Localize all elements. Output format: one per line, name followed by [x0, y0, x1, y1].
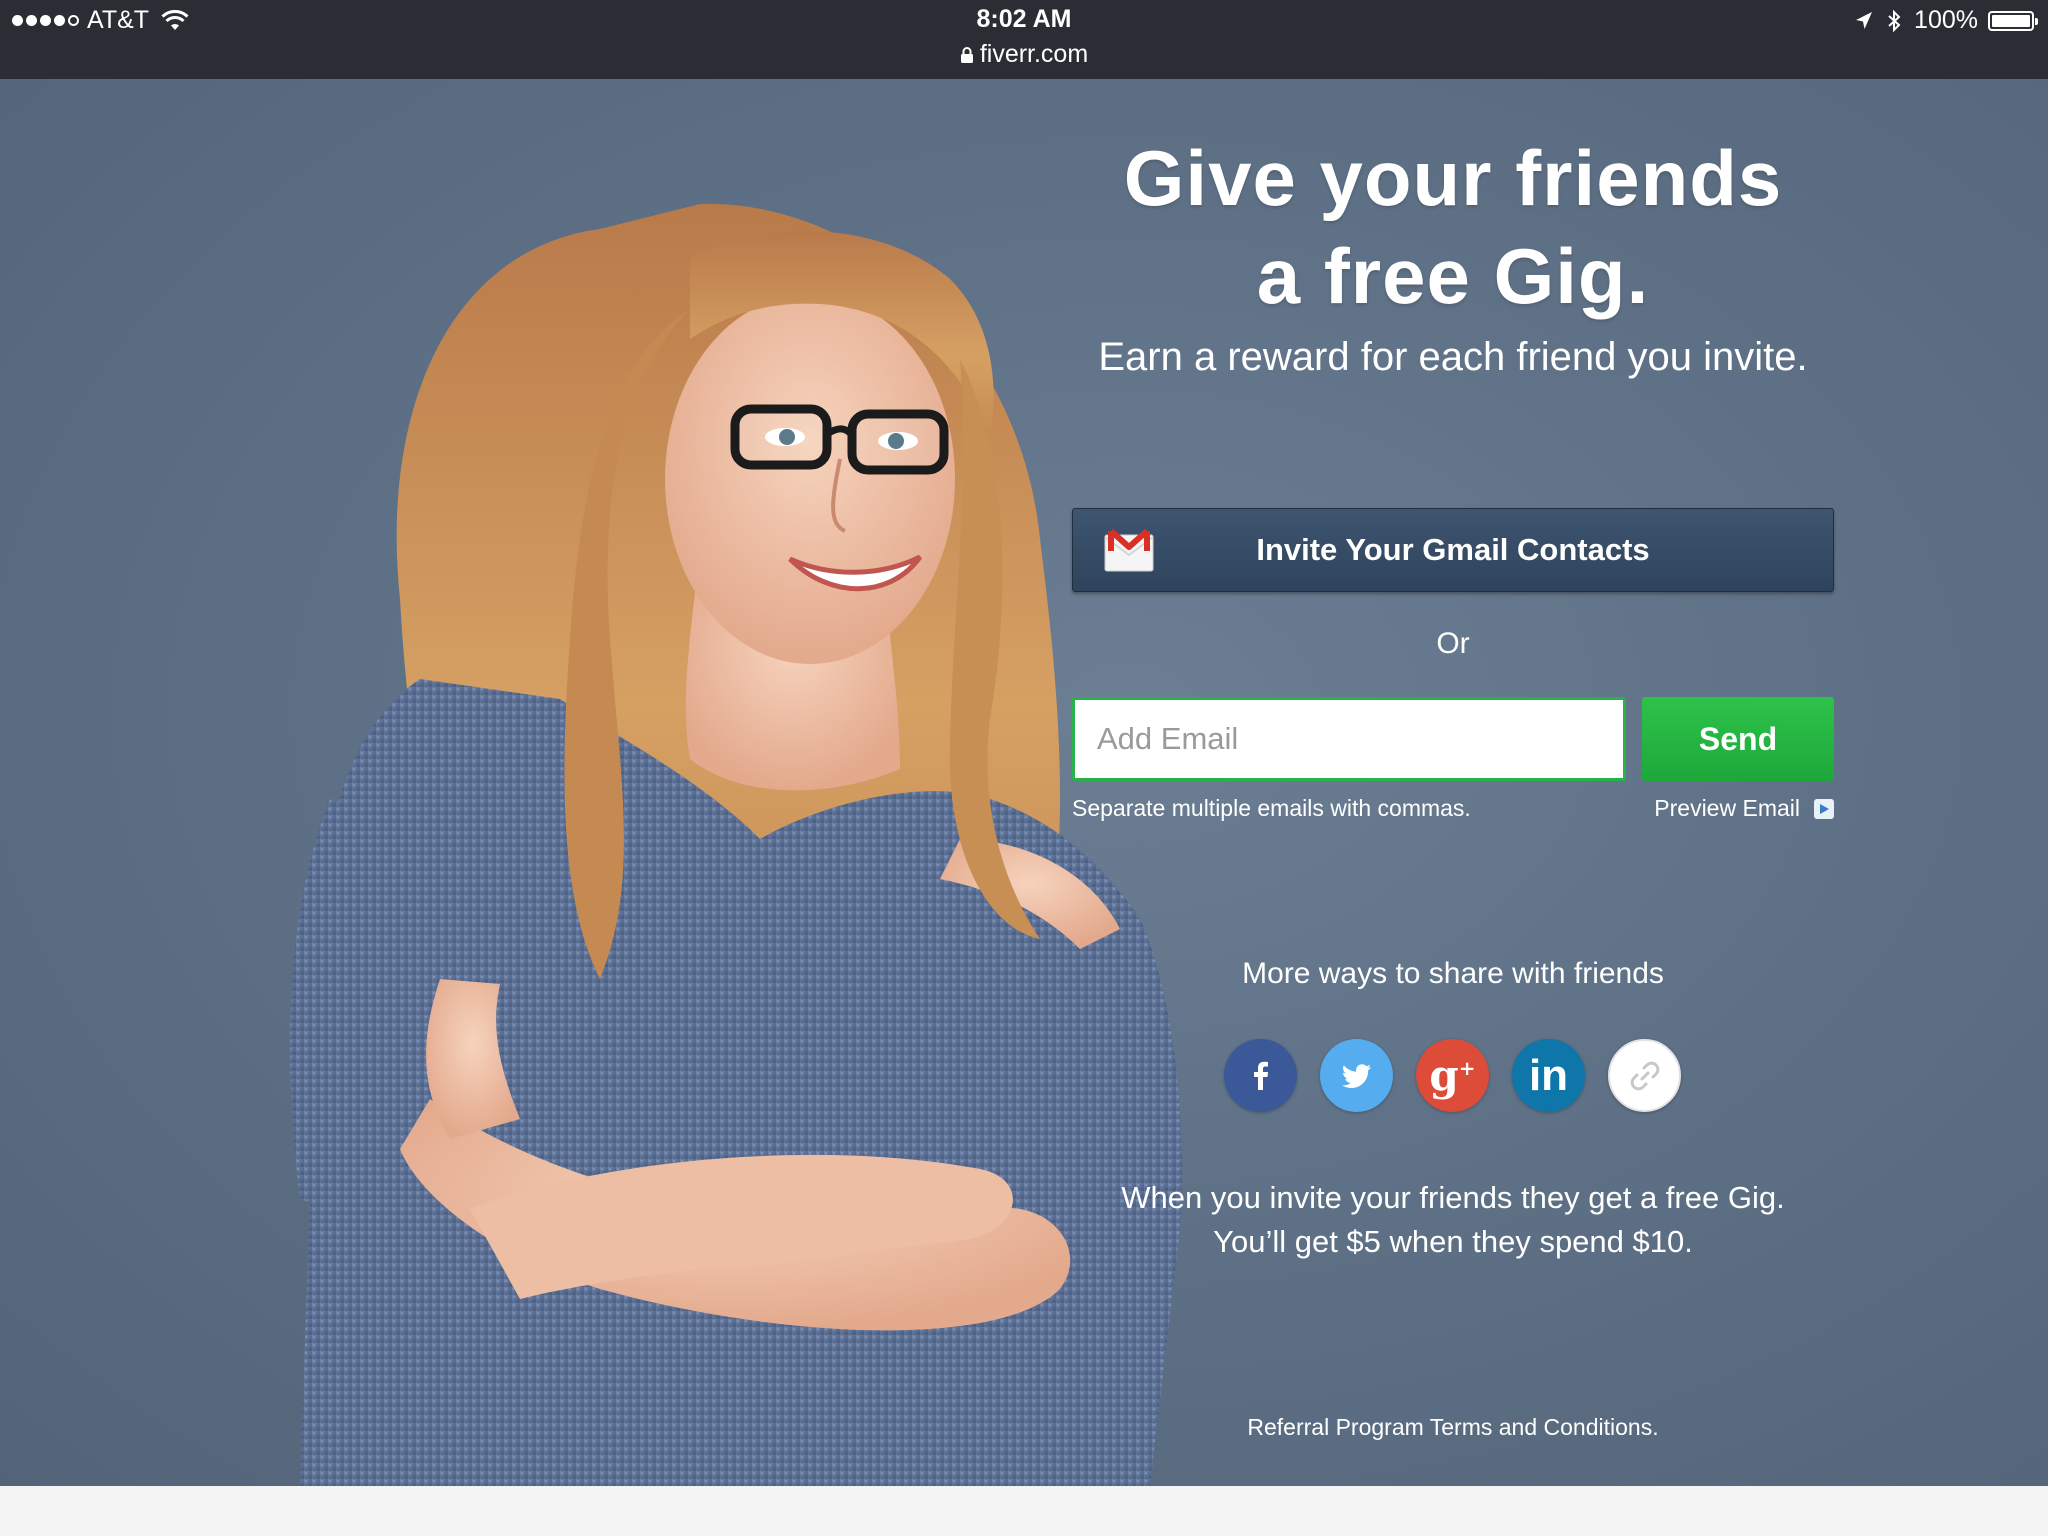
status-right: 100%	[1854, 6, 2038, 35]
terms-link-label: Referral Program Terms and Conditions.	[1247, 1414, 1659, 1440]
share-buttons: g+ in	[1224, 1039, 1681, 1112]
email-helper-text: Separate multiple emails with commas.	[1072, 795, 1471, 821]
clock: 8:02 AM	[976, 5, 1072, 33]
headline-line-1: Give your friends	[1123, 134, 1783, 222]
or-separator: Or	[1436, 627, 1470, 660]
reward-line-2: You’ll get $5 when they spend $10.	[1213, 1224, 1693, 1259]
headline-line-2: a free Gig.	[1256, 232, 1650, 320]
headline: Give your friends a free Gig.	[1072, 129, 1834, 325]
preview-email-link[interactable]: Preview Email	[1654, 795, 1834, 822]
send-button[interactable]: Send	[1642, 697, 1834, 781]
reward-description: When you invite your friends they get a …	[1072, 1176, 1834, 1264]
google-plus-icon: g+	[1429, 1051, 1476, 1100]
preview-email-label: Preview Email	[1654, 795, 1800, 821]
link-icon	[1630, 1061, 1659, 1090]
facebook-share-button[interactable]	[1224, 1039, 1297, 1112]
linkedin-share-button[interactable]: in	[1512, 1039, 1585, 1112]
location-arrow-icon	[1856, 11, 1873, 29]
copy-link-button[interactable]	[1608, 1039, 1681, 1112]
subtitle: Earn a reward for each friend you invite…	[1098, 335, 1808, 379]
share-title: More ways to share with friends	[1242, 957, 1664, 990]
twitter-share-button[interactable]	[1320, 1039, 1393, 1112]
url-text: fiverr.com	[979, 40, 1089, 68]
ios-status-bar: AT&T 8:02 AM fiverr.com 100%	[0, 0, 2048, 79]
battery-percent: 100%	[1914, 6, 1978, 34]
linkedin-icon: in	[1528, 1050, 1569, 1100]
battery-icon	[1988, 10, 2038, 31]
bluetooth-icon	[1888, 9, 1901, 32]
reward-line-1: When you invite your friends they get a …	[1121, 1180, 1785, 1215]
twitter-icon	[1341, 1063, 1371, 1088]
play-icon	[1814, 798, 1834, 819]
invite-gmail-contacts-button[interactable]: Invite Your Gmail Contacts	[1072, 508, 1834, 592]
gmail-icon	[1104, 528, 1154, 572]
hero-section: Give your friends a free Gig. Earn a rew…	[0, 79, 2048, 1486]
page-bottom-strip	[0, 1486, 2048, 1536]
google-plus-share-button[interactable]: g+	[1416, 1039, 1489, 1112]
lock-icon	[960, 46, 973, 63]
terms-and-conditions-link[interactable]: Referral Program Terms and Conditions.	[1072, 1414, 1834, 1441]
address-bar[interactable]: fiverr.com	[0, 40, 2048, 69]
facebook-icon	[1253, 1061, 1268, 1090]
add-email-input[interactable]	[1072, 697, 1626, 781]
gmail-button-label: Invite Your Gmail Contacts	[1256, 532, 1650, 567]
